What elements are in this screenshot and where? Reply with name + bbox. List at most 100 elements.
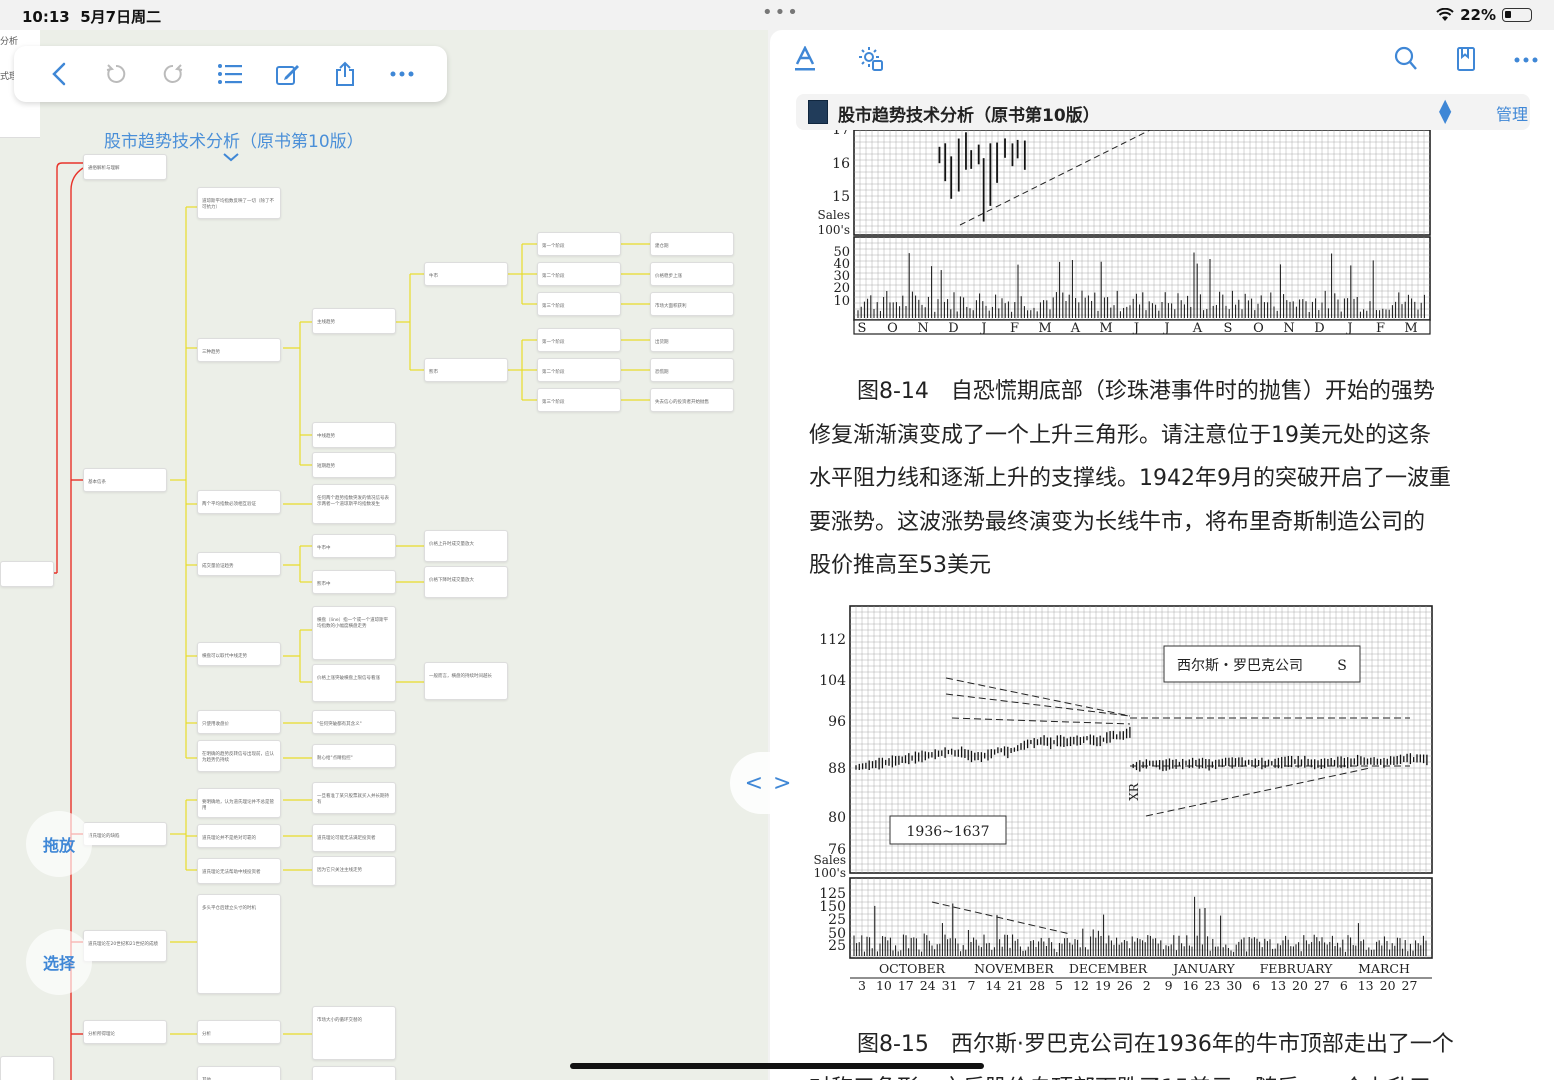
mindmap-node[interactable]: 牛市 <box>424 262 508 286</box>
day-label: 7 <box>968 978 976 993</box>
caption-line: 水平阻力线和逐渐上升的支撑线。1942年9月的突破开启了一波重 <box>809 466 1451 491</box>
mindmap-node[interactable]: 价格稳步上涨 <box>650 262 734 286</box>
mindmap-node[interactable]: 道氏理论可能无法满足投资者 <box>312 824 396 852</box>
mindmap-node[interactable]: 建仓期 <box>650 232 734 256</box>
mindmap-node[interactable]: 道琼斯平均指数反映了一切（除了不可抗力） <box>197 187 281 219</box>
month-label: J <box>1162 321 1169 336</box>
mindmap-node[interactable]: 其他 <box>197 1066 281 1080</box>
month-label: S <box>858 321 867 336</box>
mindmap-node[interactable]: 一旦看准了某只股票就买入并长期持有 <box>312 782 396 814</box>
mindmap-node[interactable]: 道氏理论并不是绝对可靠的 <box>197 824 281 848</box>
mindmap-node[interactable]: 价格下降时成交量放大 <box>424 566 508 598</box>
mindmap-node[interactable]: 横盘可以取代中线走势 <box>197 642 281 666</box>
more-options-icon[interactable] <box>1514 57 1538 63</box>
drag-mode-button[interactable]: 拖放 <box>26 811 92 877</box>
mindmap-node[interactable]: 第二个阶段 <box>537 358 621 382</box>
month-label: J <box>1345 321 1352 336</box>
mindmap-node[interactable] <box>0 1056 54 1080</box>
month-label: MARCH <box>1358 961 1410 976</box>
day-label: 31 <box>942 978 958 993</box>
month-label: N <box>917 321 928 336</box>
figure-8-14-chart: 171615Sales100's5040302010S O N D J F M A M J J A S O… <box>818 130 1431 336</box>
mindmap-node[interactable]: 熊市中 <box>312 570 396 594</box>
mindmap-node[interactable]: 只使用收盘价 <box>197 710 281 734</box>
mindmap-node[interactable]: 基本信条 <box>83 468 167 492</box>
mindmap-node[interactable]: 道氏理论的缺陷 <box>83 822 167 846</box>
sort-updown-icon[interactable]: ▲ ▼ <box>1439 97 1451 125</box>
book-page: 17 16 15 Sales 100's 50 40 30 20 10 S O N D J F M A M J J A S O… <box>770 130 1554 1080</box>
month-label: S <box>1224 321 1233 336</box>
reader-toolbar <box>770 30 1554 92</box>
caption-line: 股价推高至53美元 <box>809 553 991 578</box>
mindmap-node[interactable]: 市场大面积获利 <box>650 292 734 316</box>
mindmap-node[interactable]: 价格上涨突破横盘上限信号看涨 <box>312 664 396 702</box>
mindmap-node[interactable]: 出货期 <box>650 328 734 352</box>
mindmap-node[interactable]: 市场大小的循环交替的 <box>312 1006 396 1060</box>
mindmap-node[interactable]: 分析 <box>197 1020 281 1044</box>
multitasking-dots-icon[interactable]: ••• <box>762 2 800 23</box>
settings-gear-icon[interactable] <box>858 46 884 72</box>
mindmap-node[interactable]: 熊市 <box>424 358 508 382</box>
mindmap-node[interactable]: 恐慌期 <box>650 358 734 382</box>
mindmap-node[interactable]: 道氏理论在20世纪和21世纪的成绩 <box>83 930 167 962</box>
split-nav-arrows[interactable]: < > <box>730 752 806 814</box>
volume-tick-label: 10 <box>833 294 850 309</box>
mindmap-node[interactable]: 耐心给"点睛指控" <box>312 744 396 768</box>
month-label: D <box>948 321 958 336</box>
home-indicator[interactable] <box>570 1063 984 1069</box>
y-tick-label: 16 <box>832 156 850 172</box>
mindmap-node[interactable]: 短期趋势 <box>312 452 396 478</box>
mindmap-node[interactable]: 多头平仓后建立头寸的时机 <box>197 894 281 994</box>
mindmap-node[interactable]: 失去信心的投资者开始抛售 <box>650 388 734 412</box>
book-cover-thumbnail[interactable] <box>808 100 828 124</box>
mindmap-node[interactable]: 主线趋势 <box>312 308 396 334</box>
day-label: 20 <box>1292 978 1308 993</box>
period-label: 1936~1637 <box>907 824 990 840</box>
mindmap-node[interactable]: 分析所得理论 <box>83 1020 167 1044</box>
select-mode-button[interactable]: 选择 <box>26 929 92 995</box>
mindmap-node[interactable]: 道氏理论无法帮助中线投资者 <box>197 858 281 884</box>
month-label: N <box>1283 321 1294 336</box>
mindmap-node[interactable]: 第一个阶段 <box>537 232 621 256</box>
mindmap-node[interactable]: 第一个阶段 <box>537 328 621 352</box>
mindmap-node[interactable]: 价格上升时成交量放大 <box>424 530 508 562</box>
manage-button[interactable]: 管理 <box>1496 101 1528 125</box>
chart-symbol: S <box>1337 658 1347 674</box>
mindmap-node[interactable]: 第三个阶段 <box>537 388 621 412</box>
mindmap-node[interactable]: 牛市中 <box>312 534 396 558</box>
font-style-icon[interactable] <box>794 46 816 72</box>
arrow-left-icon[interactable]: < <box>745 771 763 796</box>
mindmap-node[interactable]: 横盘（line）指一个或一个道琼斯平均指数的小幅度横盘走势 <box>312 606 396 660</box>
select-mode-label: 选择 <box>42 954 75 973</box>
day-label: 2 <box>1143 978 1151 993</box>
day-label: 3 <box>858 978 866 993</box>
month-label: M <box>1404 321 1417 336</box>
mindmap-node[interactable]: 两个平均指数必须相互验证 <box>197 490 281 514</box>
sales-unit-label: 100's <box>814 866 846 880</box>
day-label: 28 <box>1029 978 1045 993</box>
day-label: 6 <box>1340 978 1348 993</box>
mindmap-node[interactable]: 要明确地，认为道氏理论并不总是管用 <box>197 788 281 818</box>
mindmap-node[interactable]: 在明确的趋势反转信号出现前，应认为趋势仍持续 <box>197 740 281 772</box>
mindmap-node[interactable]: 第二个阶段 <box>537 262 621 286</box>
mindmap-node[interactable] <box>312 1066 396 1080</box>
mindmap-node[interactable]: "任何突破都有其含义" <box>312 710 396 734</box>
caption-line: 要涨势。这波涨势最终演变为长线牛市，将布里奇斯制造公司的 <box>809 509 1426 535</box>
mindmap-node[interactable] <box>0 561 54 587</box>
search-icon[interactable] <box>1394 46 1418 72</box>
arrow-right-icon[interactable]: > <box>773 771 791 796</box>
mindmap-node[interactable]: 任何两个趋势指数突发的情况信号表示两者一个道琼斯平均指数发生 <box>312 484 396 524</box>
mindmap-node[interactable]: 因为它只关注主线走势 <box>312 856 396 886</box>
mindmap-node[interactable]: 三种趋势 <box>197 338 281 362</box>
mindmap-node[interactable]: 一般而言，横盘的持续时间越长 <box>424 662 508 700</box>
day-label: 30 <box>1226 978 1242 993</box>
mindmap-node[interactable]: 通俗解析与理解 <box>83 154 167 180</box>
mindmap-node[interactable]: 中线趋势 <box>312 422 396 448</box>
mindmap-node[interactable]: 成交量验证趋势 <box>197 552 281 576</box>
month-label: M <box>1038 321 1051 336</box>
mindmap-node[interactable]: 第三个阶段 <box>537 292 621 316</box>
bookmark-icon[interactable] <box>1456 46 1476 72</box>
month-label: F <box>1010 321 1019 336</box>
book-title[interactable]: 股市趋势技术分析（原书第10版） <box>838 101 1100 126</box>
day-label: 17 <box>898 978 914 993</box>
